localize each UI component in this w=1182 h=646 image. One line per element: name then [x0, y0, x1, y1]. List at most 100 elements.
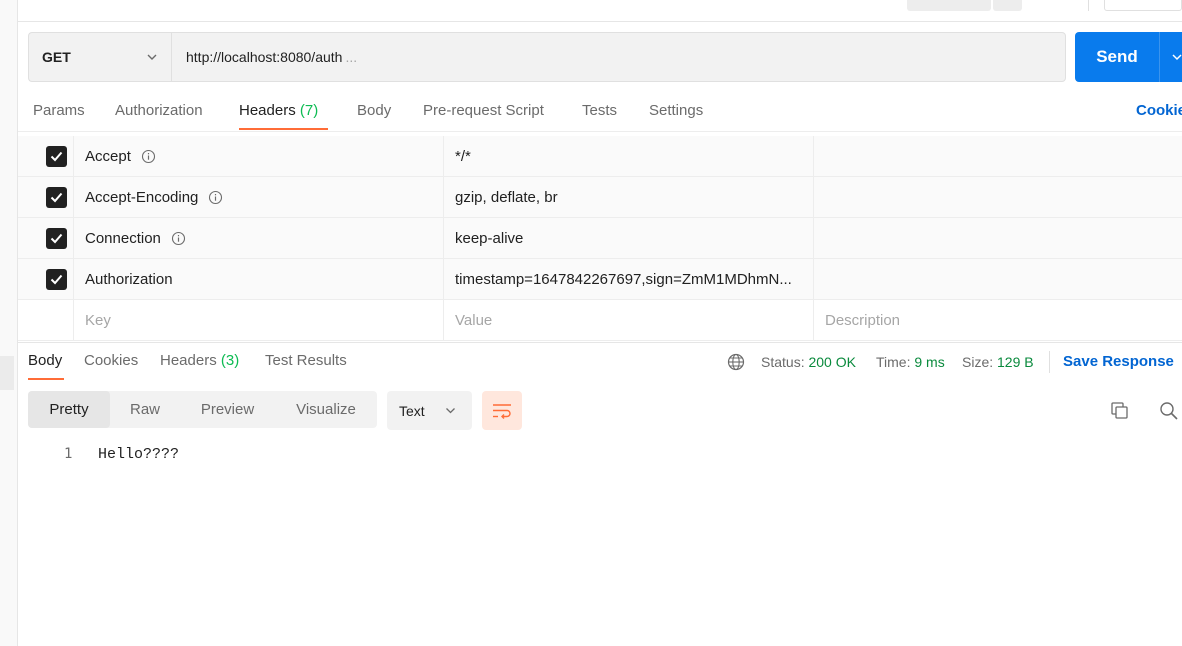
check-cell: [18, 259, 74, 300]
checkmark-icon: [50, 192, 63, 203]
status-value: 200 OK: [808, 354, 856, 370]
line-number: 1: [64, 446, 73, 462]
tab-test-results[interactable]: Test Results: [265, 352, 347, 369]
headers-table: Accept */* Accept-Encoding gzip, deflate…: [18, 136, 1182, 341]
size-value: 129 B: [997, 354, 1034, 370]
code-line: Hello????: [98, 446, 180, 463]
info-icon[interactable]: [171, 231, 186, 246]
header-checkbox[interactable]: [46, 269, 67, 290]
chevron-down-icon[interactable]: [1170, 50, 1182, 64]
copy-icon[interactable]: [1110, 401, 1129, 420]
view-raw[interactable]: Raw: [110, 391, 180, 428]
header-row: Connection keep-alive: [18, 218, 1182, 259]
tab-settings[interactable]: Settings: [649, 102, 703, 119]
tab-label: Body: [357, 102, 392, 119]
response-body-editor[interactable]: 1 Hello????: [28, 444, 1182, 644]
check-cell: [18, 300, 74, 341]
left-sidebar-edge: [0, 0, 18, 646]
wrap-lines-icon: [493, 404, 511, 419]
header-key-text: Accept: [85, 148, 131, 165]
info-icon[interactable]: [141, 149, 156, 164]
header-row: Accept-Encoding gzip, deflate, br: [18, 177, 1182, 218]
header-value[interactable]: keep-alive: [444, 218, 814, 259]
request-url-bar: GET http://localhost:8080/auth ...: [28, 32, 1066, 82]
view-preview[interactable]: Preview: [180, 391, 275, 428]
response-bar: Body Cookies Headers (3) Test Results St…: [18, 342, 1182, 380]
active-tab-indicator: [28, 378, 64, 380]
header-checkbox[interactable]: [46, 228, 67, 249]
header-row: Accept */*: [18, 136, 1182, 177]
tab-authorization[interactable]: Authorization: [115, 102, 203, 119]
tab-body[interactable]: Body: [357, 102, 391, 119]
active-tab-indicator: [239, 128, 328, 130]
info-icon[interactable]: [208, 190, 223, 205]
toolbar-divider: [1088, 0, 1089, 11]
tab-params[interactable]: Params: [33, 102, 85, 119]
header-description[interactable]: [814, 136, 1182, 177]
view-visualize[interactable]: Visualize: [275, 391, 377, 428]
time-value: 9 ms: [914, 354, 945, 370]
header-description[interactable]: [814, 259, 1182, 300]
status-label: Status:: [761, 354, 805, 370]
response-time[interactable]: Time: 9 ms: [876, 354, 945, 370]
language-select[interactable]: Text: [387, 391, 472, 430]
view-pretty[interactable]: Pretty: [28, 391, 110, 428]
header-value[interactable]: */*: [444, 136, 814, 177]
tab-headers[interactable]: Headers (7): [239, 102, 318, 119]
tab-label: Tests: [582, 102, 618, 119]
send-divider: [1159, 32, 1160, 82]
header-row-new: Key Value Description: [18, 300, 1182, 341]
toolbar-button[interactable]: [1104, 0, 1182, 11]
method-label: GET: [42, 49, 71, 65]
header-key-text: Accept-Encoding: [85, 189, 199, 206]
save-response-button[interactable]: Save Response: [1063, 353, 1174, 370]
time-label: Time:: [876, 354, 911, 370]
cookies-link[interactable]: Cookie: [1136, 102, 1182, 119]
url-input[interactable]: http://localhost:8080/auth ...: [171, 32, 1066, 82]
response-status[interactable]: Status: 200 OK: [761, 354, 856, 370]
tab-count: (7): [299, 102, 319, 119]
tab-label: Authorization: [115, 102, 203, 119]
tab-tests[interactable]: Tests: [582, 102, 617, 119]
wrap-lines-button[interactable]: [482, 391, 522, 430]
sidebar-marker: [0, 356, 14, 390]
language-label: Text: [399, 402, 425, 419]
description-input[interactable]: Description: [814, 300, 1182, 341]
tab-label: Pre-request Script: [423, 102, 544, 119]
header-key[interactable]: Authorization: [74, 259, 444, 300]
header-row: Authorization timestamp=1647842267697,si…: [18, 259, 1182, 300]
response-size[interactable]: Size: 129 B: [962, 354, 1034, 370]
header-description[interactable]: [814, 218, 1182, 259]
tab-count: (3): [220, 352, 240, 369]
tab-pre-request-script[interactable]: Pre-request Script: [423, 102, 544, 119]
tab-label: Settings: [649, 102, 704, 119]
toolbar-button[interactable]: [907, 0, 991, 11]
header-key[interactable]: Connection: [74, 218, 444, 259]
header-value[interactable]: gzip, deflate, br: [444, 177, 814, 218]
search-icon[interactable]: [1159, 401, 1178, 420]
toolbar-dropdown[interactable]: [993, 0, 1022, 11]
checkmark-icon: [50, 151, 63, 162]
view-mode-selector: Pretty Raw Preview Visualize: [28, 391, 377, 428]
value-input[interactable]: Value: [444, 300, 814, 341]
tab-response-cookies[interactable]: Cookies: [84, 352, 138, 369]
tab-response-headers[interactable]: Headers (3): [160, 352, 239, 369]
method-select[interactable]: GET: [28, 32, 171, 82]
chevron-down-icon: [446, 408, 455, 414]
tab-label: Headers: [239, 102, 296, 119]
url-ellipsis: ...: [345, 49, 358, 65]
send-button[interactable]: Send: [1075, 32, 1182, 82]
checkmark-icon: [50, 274, 63, 285]
send-label: Send: [1096, 47, 1138, 66]
header-checkbox[interactable]: [46, 146, 67, 167]
globe-icon[interactable]: [727, 353, 745, 371]
header-checkbox[interactable]: [46, 187, 67, 208]
header-key[interactable]: Accept-Encoding: [74, 177, 444, 218]
divider: [1049, 351, 1050, 373]
key-input[interactable]: Key: [74, 300, 444, 341]
header-value[interactable]: timestamp=1647842267697,sign=ZmM1MDhmN..…: [444, 259, 814, 300]
size-label: Size:: [962, 354, 994, 370]
header-description[interactable]: [814, 177, 1182, 218]
header-key[interactable]: Accept: [74, 136, 444, 177]
tab-response-body[interactable]: Body: [28, 352, 62, 369]
